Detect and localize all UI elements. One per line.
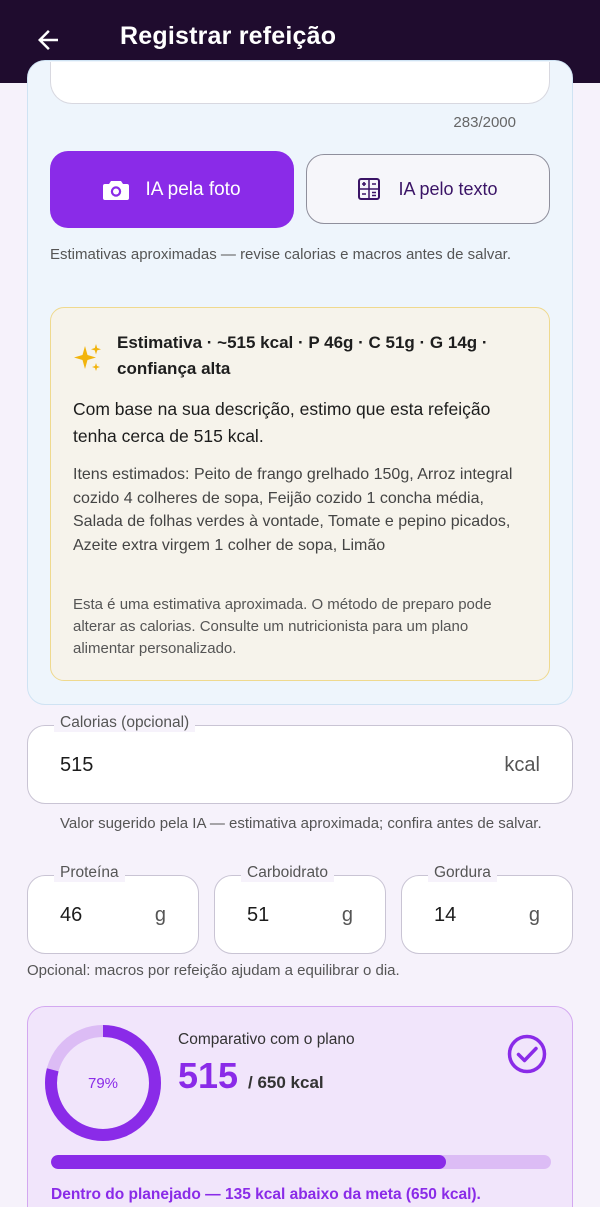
calories-label: Calorias (opcional) (54, 714, 196, 732)
arrow-left-icon (38, 30, 58, 50)
plan-value: 515 (178, 1055, 239, 1096)
estimate-title: Estimativa · ~515 kcal · P 46g · C 51g ·… (117, 333, 488, 378)
carbs-value: 51 (247, 904, 270, 926)
sparkle-icon (74, 344, 101, 371)
estimate-card: Estimativa · ~515 kcal · P 46g · C 51g ·… (50, 307, 550, 681)
progress-percent: 79% (87, 1074, 119, 1092)
protein-value: 46 (60, 904, 83, 926)
carbs-field[interactable]: Carboidrato 51 g (214, 864, 386, 954)
ai-photo-label: IA pela foto (145, 178, 241, 200)
fat-label: Gordura (428, 864, 497, 882)
fat-value: 14 (434, 904, 457, 926)
plan-progress-fill (51, 1155, 446, 1169)
calories-value: 515 (60, 754, 94, 776)
calories-field[interactable]: Calorias (opcional) 515 kcal (27, 714, 573, 804)
fat-suffix: g (528, 904, 540, 926)
plan-title: Comparativo com o plano (178, 1031, 355, 1048)
protein-suffix: g (154, 904, 166, 926)
plan-target: / 650 kcal (248, 1073, 324, 1092)
ai-photo-button[interactable]: IA pela foto (50, 151, 294, 228)
macros-helper: Opcional: macros por refeição ajudam a e… (27, 962, 400, 979)
estimate-items: Itens estimados: Peito de frango grelhad… (73, 466, 513, 554)
estimate-note: Esta é uma estimativa aproximada. O méto… (73, 596, 492, 657)
carbs-suffix: g (341, 904, 353, 926)
ai-text-button[interactable]: IA pelo texto (306, 154, 550, 224)
page-title: Registrar refeição (120, 22, 337, 50)
camera-icon (103, 180, 130, 200)
protein-field[interactable]: Proteína 46 g (27, 864, 199, 954)
calories-suffix: kcal (504, 754, 540, 776)
estimate-disclaimer: Estimativas aproximadas — revise caloria… (50, 246, 512, 263)
ai-text-label: IA pelo texto (398, 178, 498, 199)
character-counter: 283/2000 (453, 114, 516, 131)
description-input[interactable] (50, 62, 550, 104)
plan-progress-bar (51, 1155, 551, 1169)
carbs-label: Carboidrato (241, 864, 334, 882)
back-button[interactable] (30, 22, 66, 58)
fat-field[interactable]: Gordura 14 g (401, 864, 573, 954)
plan-comparison-card: 79% Comparativo com o plano 515 / 650 kc… (27, 1006, 573, 1207)
check-circle-icon (507, 1034, 547, 1074)
calculator-icon (358, 178, 381, 200)
plan-status: Dentro do planejado — 135 kcal abaixo da… (51, 1186, 481, 1203)
estimate-summary: Com base na sua descrição, estimo que es… (73, 399, 491, 446)
protein-label: Proteína (54, 864, 125, 882)
calories-helper: Valor sugerido pela IA — estimativa apro… (60, 815, 542, 832)
